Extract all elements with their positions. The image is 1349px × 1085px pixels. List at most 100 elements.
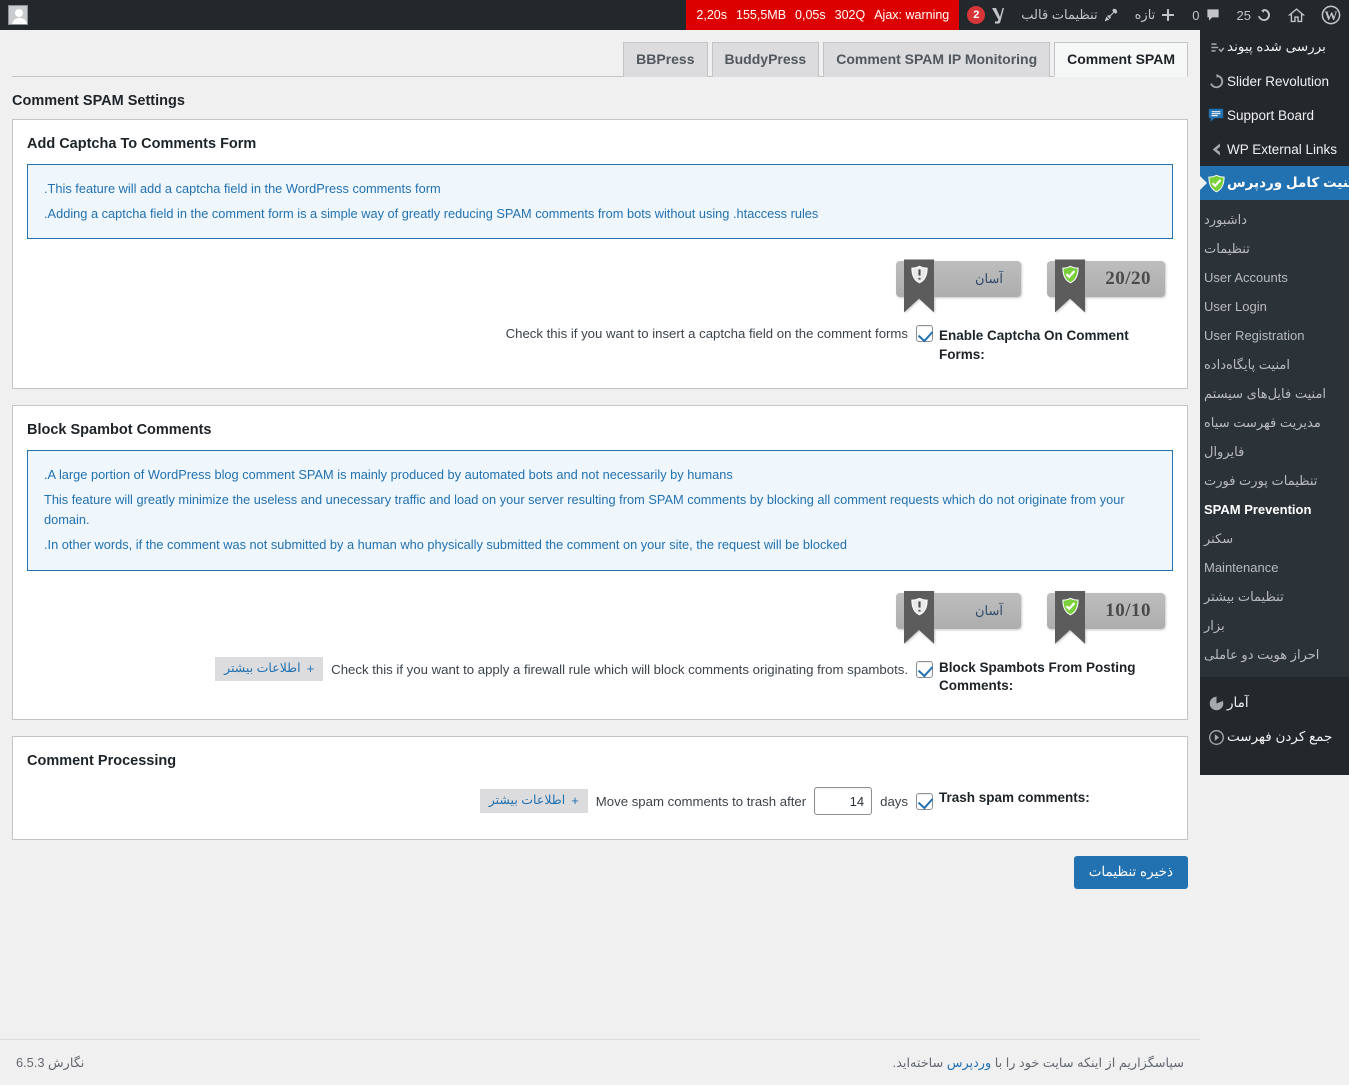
sidebar-item-label: آمار bbox=[1227, 695, 1249, 710]
footer-thanks-prefix: سپاسگزاریم از اینکه سایت خود را با bbox=[991, 1054, 1184, 1070]
submenu-item-label: امنیت پایگاه‌داده bbox=[1204, 356, 1290, 372]
section-badges: 20/20 آسان bbox=[27, 253, 1173, 319]
footer-thanks: سپاسگزاریم از اینکه سایت خود را با وردپر… bbox=[84, 1055, 1184, 1071]
section-comment-processing: Comment Processing Trash spam comments: … bbox=[12, 736, 1188, 841]
main-content: BBPress BuddyPress Comment SPAM IP Monit… bbox=[0, 30, 1200, 1085]
sidebar-item-label: بررسی شده پیوند bbox=[1227, 39, 1326, 54]
more-info-button[interactable]: + اطلاعات بیشتر bbox=[479, 788, 588, 814]
save-settings-button[interactable]: ذخیره تنظیمات bbox=[1073, 856, 1188, 890]
submenu-item-user-registration[interactable]: User Registration bbox=[1200, 321, 1349, 350]
sidebar-item-wp-external-links[interactable]: WP External Links bbox=[1200, 132, 1349, 166]
submenu-item-brute-force[interactable]: تنظیمات پورت فورت bbox=[1200, 466, 1349, 495]
external-link-icon bbox=[1206, 139, 1226, 159]
submenu-item-settings[interactable]: تنظیمات bbox=[1200, 234, 1349, 263]
enable-captcha-checkbox[interactable] bbox=[916, 325, 933, 343]
sidebar-item-slider-revolution[interactable]: Slider Revolution bbox=[1200, 64, 1349, 98]
submenu-item-miscellaneous[interactable]: تنظیمات بیشتر bbox=[1200, 582, 1349, 611]
setting-label: Block Spambots From Posting Comments: bbox=[939, 659, 1136, 693]
tab-bbpress[interactable]: BBPress bbox=[623, 41, 708, 77]
adminbar-item-site-home[interactable] bbox=[1280, 0, 1313, 30]
adminbar-item-new-content[interactable]: تازه bbox=[1127, 0, 1185, 30]
submenu-item-maintenance[interactable]: Maintenance bbox=[1200, 553, 1349, 582]
sidebar-item-support-board[interactable]: Support Board bbox=[1200, 98, 1349, 132]
submenu-item-firewall[interactable]: فایروال bbox=[1200, 437, 1349, 466]
tab-comment-spam[interactable]: Comment SPAM bbox=[1054, 41, 1188, 77]
trash-days-input[interactable] bbox=[814, 787, 873, 816]
submenu-item-label: احراز هویت دو عاملی bbox=[1204, 646, 1320, 662]
tab-comment-spam-ip-monitoring[interactable]: Comment SPAM IP Monitoring bbox=[823, 41, 1051, 77]
chart-icon bbox=[1206, 693, 1226, 713]
submenu-item-label: تنظیمات پورت فورت bbox=[1204, 472, 1318, 488]
submenu-item-blacklist-manager[interactable]: مدیریت فهرست سیاه bbox=[1200, 408, 1349, 437]
sidebar-submenu-wordpress-security: داشبورد تنظیمات User Accounts User Login… bbox=[1200, 200, 1349, 677]
setting-description: Check this if you want to insert a captc… bbox=[505, 326, 908, 342]
yoast-notification-badge: 2 bbox=[967, 6, 986, 24]
support-board-icon bbox=[1206, 105, 1226, 125]
footer-thanks-suffix: ساخته‌اید. bbox=[892, 1054, 947, 1070]
plus-icon: + bbox=[306, 660, 315, 676]
block-spambots-checkbox[interactable] bbox=[916, 660, 933, 678]
info-line: .A large portion of WordPress blog comme… bbox=[44, 466, 733, 482]
section-add-captcha-to-comments-form: Add Captcha To Comments Form .This featu… bbox=[12, 119, 1188, 389]
shield-check-icon bbox=[1055, 590, 1085, 644]
sidebar-separator bbox=[1200, 677, 1349, 686]
submenu-item-dashboard[interactable]: داشبورد bbox=[1200, 205, 1349, 234]
link-check-icon bbox=[1206, 37, 1226, 57]
score-badge-text: 20/20 bbox=[1105, 268, 1151, 290]
submenu-item-scanner[interactable]: سکنر bbox=[1200, 524, 1349, 553]
info-line: This feature will greatly minimize the u… bbox=[44, 491, 1125, 528]
sidebar-item-link-check[interactable]: بررسی شده پیوند bbox=[1200, 30, 1349, 64]
submenu-item-database-security[interactable]: امنیت پایگاه‌داده bbox=[1200, 350, 1349, 379]
more-info-label: اطلاعات بیشتر bbox=[488, 793, 566, 808]
adminbar-item-yoast[interactable]: 2 bbox=[959, 0, 1013, 30]
debug-bar[interactable]: 2,20s 155,5MB 0,05s 302Q Ajax: warning bbox=[686, 0, 960, 30]
adminbar-spacer bbox=[36, 0, 686, 30]
adminbar-item-theme-settings[interactable]: تنظیمات قالب bbox=[1013, 0, 1126, 30]
setting-description: Check this if you want to apply a firewa… bbox=[331, 661, 908, 677]
more-info-label: اطلاعات بیشتر bbox=[224, 661, 301, 676]
admin-sidebar: بررسی شده پیوند Slider Revolution Suppor… bbox=[1200, 0, 1349, 775]
info-line: .Adding a captcha field in the comment f… bbox=[44, 205, 819, 221]
submenu-item-label: Maintenance bbox=[1204, 560, 1279, 575]
trash-spam-comments-checkbox[interactable] bbox=[916, 792, 933, 810]
submenu-item-user-login[interactable]: User Login bbox=[1200, 292, 1349, 321]
difficulty-badge: آسان bbox=[896, 259, 1021, 313]
difficulty-badge-text: آسان bbox=[974, 602, 1003, 618]
submenu-item-tools[interactable]: بزار bbox=[1200, 611, 1349, 640]
tab-buddypress[interactable]: BuddyPress bbox=[711, 41, 820, 77]
submenu-item-filesystem-security[interactable]: امنیت فایل‌های سیستم bbox=[1200, 379, 1349, 408]
shield-check-icon bbox=[1055, 259, 1085, 313]
submenu-item-label: بزار bbox=[1204, 617, 1225, 633]
difficulty-badge-text: آسان bbox=[974, 271, 1003, 287]
sidebar-item-label: امنیت کامل وردپرس bbox=[1227, 175, 1349, 190]
submenu-item-two-factor-auth[interactable]: احراز هویت دو عاملی bbox=[1200, 640, 1349, 669]
account-menu[interactable] bbox=[0, 0, 36, 30]
adminbar-new-content-label: تازه bbox=[1134, 7, 1156, 22]
submenu-item-label: فایروال bbox=[1204, 443, 1245, 459]
update-arrows-icon bbox=[1256, 7, 1272, 23]
wordpress-logo-icon: W bbox=[1321, 5, 1341, 25]
debug-query-time: 0,05s bbox=[795, 8, 826, 22]
sidebar-item-stats[interactable]: آمار bbox=[1200, 686, 1349, 720]
submenu-item-label: User Registration bbox=[1204, 328, 1305, 343]
adminbar-item-updates[interactable]: 25 bbox=[1229, 0, 1280, 30]
home-icon bbox=[1288, 7, 1305, 24]
submenu-item-user-accounts[interactable]: User Accounts bbox=[1200, 263, 1349, 292]
adminbar-item-wp-logo[interactable]: W bbox=[1313, 0, 1349, 30]
section-info-box: .A large portion of WordPress blog comme… bbox=[27, 449, 1173, 571]
submenu-item-spam-prevention[interactable]: SPAM Prevention bbox=[1200, 495, 1349, 524]
adminbar-item-comments[interactable]: 0 bbox=[1184, 0, 1228, 30]
slider-revolution-icon bbox=[1206, 71, 1226, 91]
more-info-button[interactable]: + اطلاعات بیشتر bbox=[215, 656, 324, 682]
debug-memory: 155,5MB bbox=[736, 8, 787, 22]
submenu-item-label: SPAM Prevention bbox=[1204, 502, 1312, 517]
submenu-item-label: داشبورد bbox=[1204, 211, 1247, 227]
section-heading: Add Captcha To Comments Form bbox=[27, 136, 257, 152]
wordpress-link[interactable]: وردپرس bbox=[947, 1055, 991, 1070]
adminbar-theme-settings-label: تنظیمات قالب bbox=[1021, 7, 1098, 22]
svg-text:W: W bbox=[1325, 8, 1338, 23]
sidebar-item-collapse-menu[interactable]: جمع کردن فهرست bbox=[1200, 720, 1349, 754]
sidebar-item-wordpress-security[interactable]: امنیت کامل وردپرس bbox=[1200, 166, 1349, 200]
score-badge-text: 10/10 bbox=[1105, 599, 1151, 621]
setting-label: Trash spam comments: bbox=[939, 790, 1090, 806]
